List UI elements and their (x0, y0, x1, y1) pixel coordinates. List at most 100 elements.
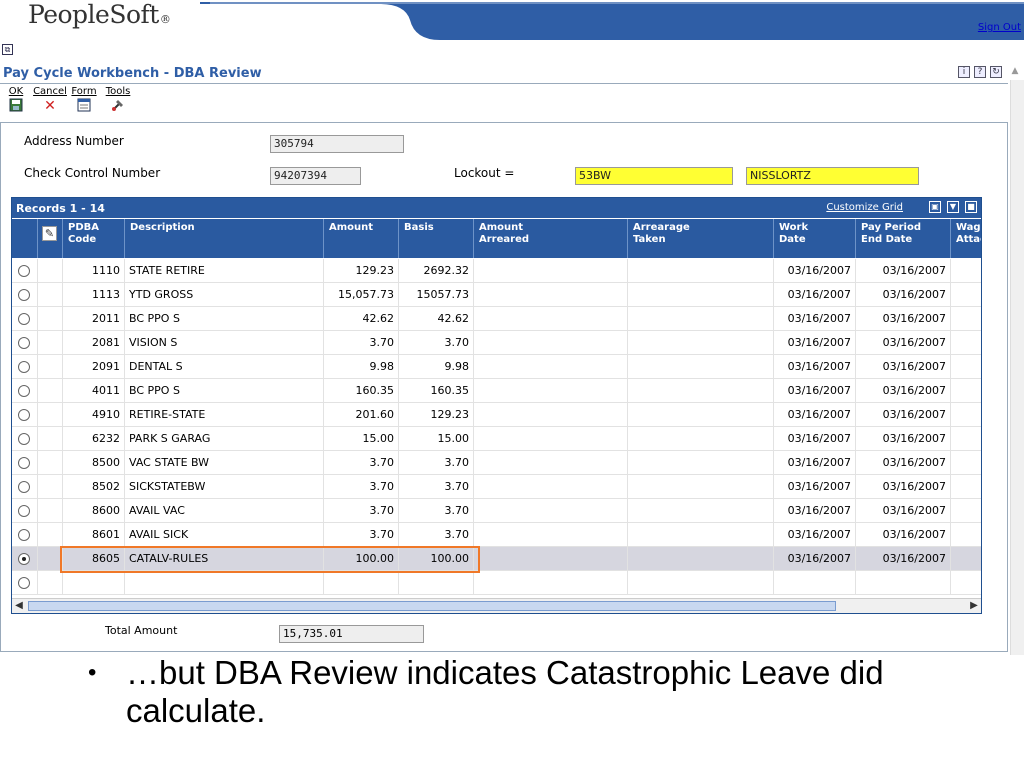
table-row[interactable]: 1113 YTD GROSS 15,057.73 15057.73 03/16/2007… (12, 283, 981, 307)
column-basis[interactable]: Basis (399, 219, 474, 258)
cell-pdba-code: 1113 (63, 283, 125, 307)
scroll-thumb[interactable] (28, 601, 836, 611)
table-row[interactable]: 8605 CATALV-RULES 100.00 100.00 03/16/2007 03… (12, 547, 981, 571)
table-row[interactable]: 4011 BC PPO S 160.35 160.35 03/16/2007 03/16/… (12, 379, 981, 403)
table-row[interactable]: 1110 STATE RETIRE 129.23 2692.32 03/16/2007 0… (12, 259, 981, 283)
table-row[interactable]: 8500 VAC STATE BW 3.70 3.70 03/16/2007 03/16/… (12, 451, 981, 475)
cell-wage-attach (951, 547, 981, 571)
row-radio-button[interactable] (18, 361, 30, 373)
cell-basis: 3.70 (399, 523, 474, 547)
cell-work-date: 03/16/2007 (774, 499, 856, 523)
table-row[interactable]: 2011 BC PPO S 42.62 42.62 03/16/2007 03/16/20… (12, 307, 981, 331)
row-radio-button[interactable] (18, 505, 30, 517)
cell-select (12, 547, 38, 571)
cell-basis (399, 571, 474, 595)
cell-basis: 15057.73 (399, 283, 474, 307)
cell-amount-arreared (474, 379, 628, 403)
cell-pay-period-end-date: 03/16/2007 (856, 379, 951, 403)
column-pay-period-end-date[interactable]: Pay Period End Date (856, 219, 951, 258)
row-radio-button[interactable] (18, 313, 30, 325)
cell-description: DENTAL S (125, 355, 324, 379)
row-radio-button[interactable] (18, 577, 30, 589)
table-row[interactable]: 8601 AVAIL SICK 3.70 3.70 03/16/2007 03/16/20… (12, 523, 981, 547)
row-radio-button[interactable] (18, 529, 30, 541)
row-radio-button[interactable] (18, 265, 30, 277)
page-scrollbar[interactable] (1010, 80, 1024, 655)
cell-amount-arreared (474, 451, 628, 475)
help-icon[interactable]: ? (974, 66, 986, 78)
cell-arrearage-taken (628, 331, 774, 355)
cell-work-date: 03/16/2007 (774, 547, 856, 571)
row-radio-button[interactable] (18, 385, 30, 397)
info-icon[interactable]: i (958, 66, 970, 78)
cell-select (12, 283, 38, 307)
address-number-label: Address Number (24, 134, 124, 148)
row-radio-button[interactable] (18, 409, 30, 421)
cell-edit (38, 259, 63, 283)
cell-basis: 100.00 (399, 547, 474, 571)
check-control-number-field[interactable]: 94207394 (270, 167, 361, 185)
maximize-icon[interactable]: ■ (965, 201, 977, 213)
cell-description: STATE RETIRE (125, 259, 324, 283)
column-amount[interactable]: Amount (324, 219, 399, 258)
form-menu-button[interactable]: Form (71, 86, 97, 114)
column-arrearage-taken[interactable]: Arrearage Taken (628, 219, 774, 258)
edit-pencil-icon[interactable]: ✎ (42, 226, 57, 241)
save-icon (8, 98, 24, 114)
cell-basis: 42.62 (399, 307, 474, 331)
export-icon[interactable]: ▣ (929, 201, 941, 213)
cell-amount: 15,057.73 (324, 283, 399, 307)
cell-work-date (774, 571, 856, 595)
cell-pay-period-end-date: 03/16/2007 (856, 427, 951, 451)
cell-select (12, 331, 38, 355)
cell-amount: 3.70 (324, 451, 399, 475)
cell-amount-arreared (474, 571, 628, 595)
cell-pay-period-end-date: 03/16/2007 (856, 547, 951, 571)
row-radio-button[interactable] (18, 337, 30, 349)
cell-description: AVAIL SICK (125, 523, 324, 547)
cell-arrearage-taken (628, 283, 774, 307)
row-radio-button[interactable] (18, 553, 30, 565)
lockout-field-1[interactable]: 53BW (575, 167, 733, 185)
personalize-icon[interactable]: ↻ (990, 66, 1002, 78)
address-number-field[interactable]: 305794 (270, 135, 404, 153)
table-row[interactable]: 2091 DENTAL S 9.98 9.98 03/16/2007 03/16/2007 (12, 355, 981, 379)
table-row[interactable]: 4910 RETIRE-STATE 201.60 129.23 03/16/2007 03… (12, 403, 981, 427)
tools-menu-button[interactable]: Tools (106, 86, 130, 114)
table-row[interactable]: 8502 SICKSTATEBW 3.70 3.70 03/16/2007 03/16/2… (12, 475, 981, 499)
cell-description: SICKSTATEBW (125, 475, 324, 499)
dba-review-grid: Records 1 - 14 Customize Grid ▣ ▼ ■ ✎ PD… (11, 197, 982, 614)
scroll-left-icon[interactable]: ◀ (12, 599, 26, 613)
row-radio-button[interactable] (18, 433, 30, 445)
table-row[interactable]: 6232 PARK S GARAG 15.00 15.00 03/16/2007 03/1… (12, 427, 981, 451)
lockout-field-2[interactable]: NISSLORTZ (746, 167, 919, 185)
table-row[interactable]: 2081 VISION S 3.70 3.70 03/16/2007 03/16/2007 (12, 331, 981, 355)
column-amount-arreared[interactable]: Amount Arreared (474, 219, 628, 258)
cell-basis: 3.70 (399, 475, 474, 499)
scroll-up-icon[interactable]: ▲ (1009, 66, 1021, 78)
row-radio-button[interactable] (18, 457, 30, 469)
new-window-icon[interactable]: ⧉ (2, 44, 13, 55)
column-wage-attach[interactable]: Wage Attach (951, 219, 981, 258)
row-radio-button[interactable] (18, 481, 30, 493)
column-pdba-code[interactable]: PDBA Code (63, 219, 125, 258)
table-row[interactable]: 8600 AVAIL VAC 3.70 3.70 03/16/2007 03/16/200… (12, 499, 981, 523)
cell-description: RETIRE-STATE (125, 403, 324, 427)
scroll-right-icon[interactable]: ▶ (967, 599, 981, 613)
grid-horizontal-scrollbar[interactable]: ◀ ▶ (12, 598, 981, 613)
total-amount-label: Total Amount (105, 624, 178, 637)
cell-pay-period-end-date: 03/16/2007 (856, 499, 951, 523)
import-icon[interactable]: ▼ (947, 201, 959, 213)
ok-button[interactable]: OK (4, 86, 28, 114)
column-description[interactable]: Description (125, 219, 324, 258)
customize-grid-link[interactable]: Customize Grid (826, 202, 903, 213)
row-radio-button[interactable] (18, 289, 30, 301)
cancel-button[interactable]: Cancel ✕ (33, 86, 67, 114)
cell-amount: 160.35 (324, 379, 399, 403)
column-work-date[interactable]: Work Date (774, 219, 856, 258)
sign-out-link[interactable]: Sign Out (978, 22, 1021, 33)
table-row[interactable] (12, 571, 981, 595)
cell-work-date: 03/16/2007 (774, 403, 856, 427)
cell-amount-arreared (474, 307, 628, 331)
cell-amount: 129.23 (324, 259, 399, 283)
